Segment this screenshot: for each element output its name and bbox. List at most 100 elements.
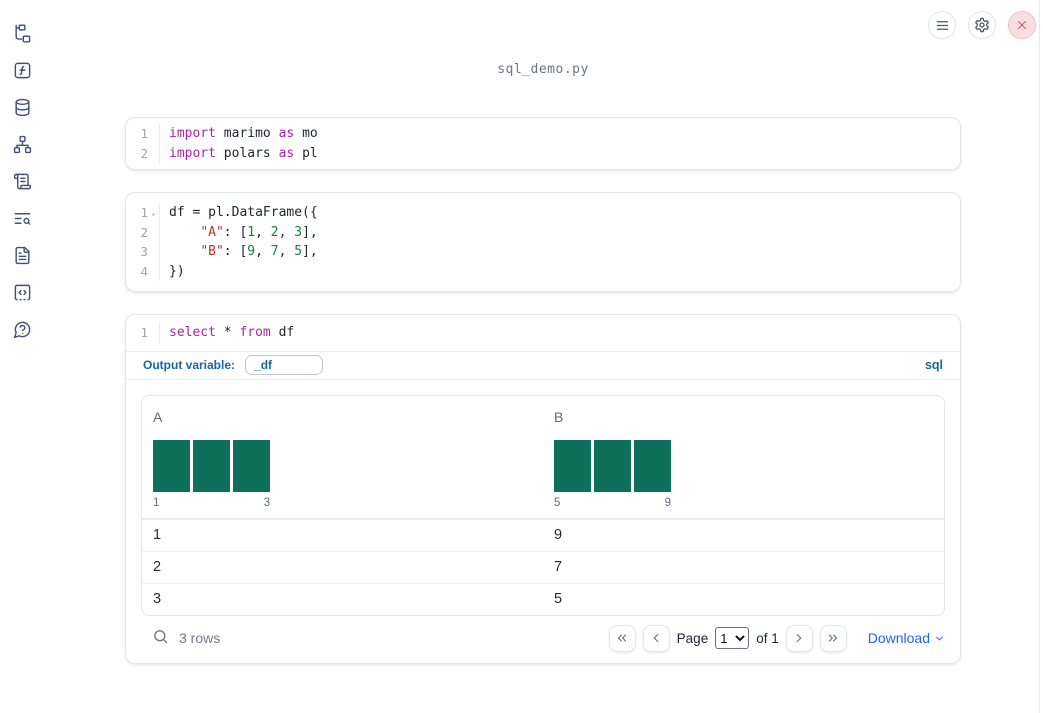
- scroll-text-icon: [13, 173, 31, 190]
- cell-value: 7: [554, 559, 563, 575]
- code-token: select: [169, 325, 216, 340]
- file-text-icon: [14, 246, 30, 265]
- code-line: 2 "A": [1, 2, 3],: [126, 222, 960, 243]
- database-icon: [14, 98, 30, 117]
- pagination: Page 1 of 1 Download: [608, 624, 945, 652]
- code-line: 3 "B": [9, 7, 5],: [126, 242, 960, 262]
- line-number: 3: [140, 244, 148, 259]
- sidebar-item-datasources[interactable]: [13, 98, 32, 117]
- line-number: 1: [140, 126, 148, 141]
- code-text: select * from df: [159, 323, 960, 343]
- bin-max-label: 3: [263, 496, 270, 509]
- table-row: 3 5: [142, 582, 944, 615]
- code-token: : [: [223, 224, 248, 240]
- code-token: 5: [294, 244, 303, 259]
- sidebar-item-help[interactable]: [13, 320, 32, 339]
- line-number: 2: [140, 224, 148, 240]
- histogram-bar: [554, 439, 591, 492]
- table-header-row: A 1 3 B 5 9: [142, 396, 944, 519]
- fold-gutter: [148, 262, 159, 282]
- settings-button[interactable]: [968, 11, 996, 39]
- search-icon: [153, 630, 167, 644]
- code-token: import: [169, 145, 216, 161]
- code-token: df = pl.DataFrame({: [169, 205, 318, 220]
- code-editor[interactable]: 1 import marimo as mo 2 import polars as…: [126, 118, 960, 169]
- code-text: "B": [9, 7, 5],: [159, 242, 960, 262]
- histogram-bar: [634, 439, 671, 492]
- code-line: 1 ⌄ df = pl.DataFrame({: [126, 203, 960, 223]
- cell-output: A 1 3 B 5 9 1 9 2 7 3 5 3 rows Page 1 of…: [126, 380, 960, 663]
- code-line: 1 import marimo as mo: [126, 124, 960, 144]
- download-button[interactable]: Download: [868, 630, 945, 646]
- shutdown-button[interactable]: [1008, 11, 1036, 39]
- chevron-down-icon: [936, 636, 943, 640]
- text-search-icon: [14, 213, 30, 225]
- code-text: df = pl.DataFrame({: [159, 203, 960, 223]
- sidebar-item-snippets[interactable]: [13, 283, 32, 302]
- page-select[interactable]: 1: [715, 627, 750, 649]
- code-line: 1 select * from df: [126, 323, 960, 343]
- code-cell-dataframe: 1 ⌄ df = pl.DataFrame({ 2 "A": [1, 2, 3]…: [125, 192, 961, 292]
- search-button[interactable]: [150, 628, 170, 648]
- column-header-a[interactable]: A 1 3: [142, 396, 543, 518]
- code-editor[interactable]: 1 ⌄ df = pl.DataFrame({ 2 "A": [1, 2, 3]…: [126, 193, 960, 291]
- code-editor[interactable]: 1 select * from df: [126, 315, 960, 351]
- fold-gutter: [148, 223, 159, 243]
- sql-cell: 1 select * from df Output variable: sql …: [125, 314, 961, 664]
- row-count: 3 rows: [179, 630, 221, 646]
- cell-value: 5: [554, 591, 563, 607]
- sidebar: [0, 0, 44, 713]
- line-number: 2: [140, 145, 148, 161]
- chevrons-left-icon: [618, 634, 627, 642]
- sidebar-item-file-tree[interactable]: [13, 24, 32, 43]
- sidebar-item-documentation[interactable]: [13, 246, 32, 265]
- histogram-bar: [153, 439, 190, 492]
- code-token: ,: [255, 224, 271, 240]
- column-name: A: [153, 408, 163, 425]
- fold-gutter: [148, 144, 159, 164]
- sidebar-item-outline-search[interactable]: [13, 209, 32, 228]
- column-histogram: [554, 439, 944, 492]
- page-total-label: of 1: [756, 630, 779, 646]
- file-tree-icon: [14, 24, 30, 43]
- sidebar-item-dependencies[interactable]: [13, 135, 32, 154]
- code-line: 2 import polars as pl: [126, 143, 960, 164]
- previous-page-button[interactable]: [642, 624, 670, 652]
- output-variable-label: Output variable:: [143, 358, 236, 372]
- chevrons-right-icon: [829, 634, 838, 642]
- scrollbar-track: [1039, 0, 1040, 713]
- code-token: import: [169, 126, 216, 141]
- output-variable-input[interactable]: [245, 355, 324, 375]
- code-token: "B": [200, 244, 224, 259]
- line-number: 1: [140, 325, 148, 340]
- fold-toggle-icon[interactable]: ⌄: [148, 203, 159, 223]
- code-token: ,: [278, 224, 295, 240]
- code-text: "A": [1, 2, 3],: [159, 222, 960, 242]
- cell-value: 9: [554, 527, 563, 543]
- bin-max-label: 9: [664, 496, 671, 509]
- code-token: as: [278, 126, 295, 141]
- notebook-filename: sql_demo.py: [497, 62, 589, 77]
- column-name: B: [554, 408, 564, 425]
- download-label: Download: [867, 630, 930, 646]
- sidebar-item-logs[interactable]: [13, 172, 32, 191]
- notebook: sql_demo.py 1 import marimo as mo 2 impo…: [125, 0, 961, 664]
- next-page-button[interactable]: [785, 624, 813, 652]
- first-page-button[interactable]: [608, 624, 636, 652]
- fold-gutter: [148, 323, 159, 343]
- histogram-axis-labels: 5 9: [554, 497, 671, 509]
- output-variable-row: Output variable: sql: [126, 352, 960, 379]
- table-row: 1 9: [142, 518, 944, 551]
- last-page-button[interactable]: [819, 624, 847, 652]
- code-token: ,: [255, 244, 271, 259]
- cell-value: 2: [153, 559, 162, 575]
- code-text: import polars as pl: [159, 143, 960, 163]
- histogram-bar: [594, 439, 631, 492]
- table-footer: 3 rows Page 1 of 1 Download: [141, 624, 945, 652]
- column-header-b[interactable]: B 5 9: [543, 396, 944, 518]
- code-token: ],: [302, 224, 318, 240]
- code-line: 4 }): [126, 261, 960, 282]
- network-icon: [13, 135, 31, 154]
- sidebar-item-functions[interactable]: [13, 61, 32, 80]
